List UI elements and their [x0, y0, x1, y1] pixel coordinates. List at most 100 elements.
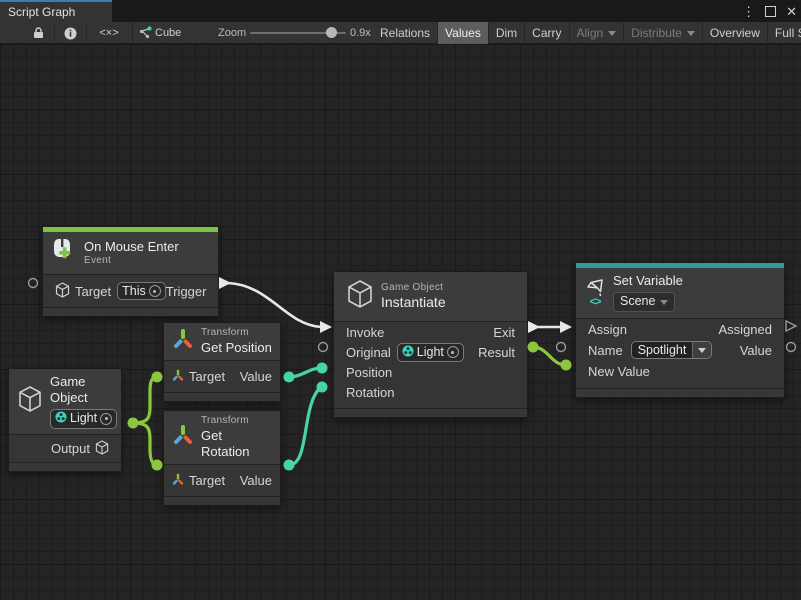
- port-position-input[interactable]: [317, 363, 328, 374]
- port-getposition-value[interactable]: [284, 372, 295, 383]
- node-footer: [9, 462, 121, 471]
- node-on-mouse-enter[interactable]: On Mouse Enter Event Target This Trigger: [42, 226, 219, 317]
- node-title: Instantiate: [381, 294, 446, 312]
- game-object-icon: [346, 279, 374, 314]
- zoom-slider-knob[interactable]: [326, 27, 337, 38]
- port-exit-output[interactable]: [528, 321, 540, 333]
- window-controls: ⋮ ✕: [742, 0, 797, 22]
- node-get-position[interactable]: Transform Get Position Target Value: [163, 322, 281, 402]
- chevron-down-icon[interactable]: [692, 342, 711, 358]
- exit-port-label: Exit: [493, 325, 515, 340]
- port-assign-input[interactable]: [560, 321, 572, 333]
- port-original-input[interactable]: [319, 343, 328, 352]
- wire-result-to-newvalue[interactable]: [533, 347, 566, 365]
- zoom-value: 0.9x: [350, 22, 371, 44]
- port-result-output[interactable]: [528, 342, 539, 353]
- node-instantiate[interactable]: Game Object Instantiate Invoke Exit Orig…: [333, 271, 528, 418]
- original-object-field[interactable]: Light: [397, 343, 464, 362]
- fullscreen-button[interactable]: Full Screen: [767, 22, 801, 44]
- code-view-button[interactable]: <×>: [88, 22, 130, 44]
- port-getrotation-value[interactable]: [284, 460, 295, 471]
- object-picker-icon[interactable]: [149, 285, 161, 297]
- chevron-down-icon: [687, 31, 695, 36]
- scene-variable-icon: <>: [584, 278, 606, 307]
- values-button[interactable]: Values: [437, 22, 488, 44]
- port-value-output[interactable]: [787, 343, 796, 352]
- port-assigned-output[interactable]: [786, 321, 796, 331]
- align-button[interactable]: Align: [569, 22, 624, 44]
- port-name-input[interactable]: [557, 343, 566, 352]
- code-icon: <×>: [99, 27, 118, 39]
- graph-name-label[interactable]: Cube: [155, 22, 181, 44]
- relations-button[interactable]: Relations: [373, 22, 437, 44]
- transform-icon: [172, 423, 194, 452]
- node-get-rotation[interactable]: Transform Get Rotation Target Value: [163, 410, 281, 506]
- node-footer: [334, 408, 527, 417]
- target-object-field[interactable]: This: [117, 282, 166, 300]
- node-game-object-literal[interactable]: Game Object Light Output: [8, 368, 122, 472]
- tab-script-graph[interactable]: Script Graph: [0, 0, 112, 22]
- port-mouse-enter-target[interactable]: [29, 279, 38, 288]
- lock-button[interactable]: [24, 22, 52, 44]
- maximize-icon[interactable]: [765, 6, 776, 17]
- object-picker-icon[interactable]: [447, 346, 459, 358]
- variable-scope-dropdown[interactable]: Scene: [613, 292, 675, 312]
- info-button[interactable]: [56, 22, 84, 44]
- target-port-label: Target: [189, 473, 225, 488]
- target-port-label: Target: [189, 369, 225, 384]
- lock-icon: [33, 27, 44, 39]
- node-title: Game Object: [50, 374, 117, 407]
- transform-icon: [172, 327, 194, 356]
- node-category: Game Object: [381, 282, 446, 295]
- game-object-icon: [55, 282, 70, 301]
- node-subtitle: Event: [84, 255, 179, 268]
- graph-toolbar: <×> Cube Zoom 0.9x Relations Values Dim …: [0, 22, 801, 44]
- port-getrotation-target[interactable]: [152, 460, 163, 471]
- zoom-label: Zoom: [218, 22, 246, 44]
- wire-getposition-to-position[interactable]: [289, 368, 321, 377]
- rotation-port-label: Rotation: [346, 385, 394, 400]
- variable-name-dropdown[interactable]: Spotlight: [631, 341, 713, 359]
- node-category: Transform: [201, 415, 272, 428]
- more-menu-icon[interactable]: ⋮: [742, 5, 755, 18]
- light-object-field[interactable]: Light: [50, 409, 117, 430]
- port-trigger-output[interactable]: [219, 277, 231, 289]
- target-port-label: Target: [75, 284, 111, 299]
- wire-output-to-getposition[interactable]: [133, 377, 157, 423]
- node-title: On Mouse Enter: [84, 239, 179, 255]
- close-icon[interactable]: ✕: [786, 5, 797, 18]
- wire-getrotation-to-rotation[interactable]: [289, 387, 321, 465]
- light-icon: [402, 345, 414, 360]
- node-footer: [164, 392, 280, 401]
- port-getposition-target[interactable]: [152, 372, 163, 383]
- distribute-button[interactable]: Distribute: [623, 22, 702, 44]
- transform-mini-icon: [172, 473, 184, 489]
- node-footer: [43, 307, 218, 316]
- wire-output-to-getrotation[interactable]: [133, 423, 157, 465]
- toolbar-toggles: Relations Values Dim Carry Align Distrib…: [373, 22, 801, 44]
- transform-mini-icon: [172, 369, 184, 385]
- node-set-variable[interactable]: <> Set Variable Scene Assign Assigned: [575, 262, 785, 398]
- port-rotation-input[interactable]: [317, 382, 328, 393]
- wire-trigger-to-invoke[interactable]: [228, 283, 321, 327]
- tab-bar: Script Graph ⋮ ✕: [0, 0, 801, 22]
- carry-button[interactable]: Carry: [524, 22, 568, 44]
- value-port-label: Value: [240, 369, 272, 384]
- game-object-icon: [17, 385, 43, 418]
- new-value-port-label: New Value: [588, 364, 650, 379]
- invoke-port-label: Invoke: [346, 325, 384, 340]
- name-port-label: Name: [588, 343, 623, 358]
- trigger-port-label: Trigger: [166, 284, 207, 299]
- node-category: Transform: [201, 327, 272, 340]
- port-gameobject-output[interactable]: [128, 418, 139, 429]
- graph-canvas[interactable]: On Mouse Enter Event Target This Trigger: [0, 44, 801, 600]
- port-newvalue-input[interactable]: [561, 360, 572, 371]
- tab-label: Script Graph: [8, 5, 75, 19]
- info-icon: [64, 27, 77, 40]
- overview-button[interactable]: Overview: [702, 22, 767, 44]
- dim-button[interactable]: Dim: [488, 22, 524, 44]
- port-invoke-input[interactable]: [320, 321, 332, 333]
- object-picker-icon[interactable]: [100, 413, 112, 425]
- light-icon: [55, 411, 67, 428]
- unity-script-graph-window: Script Graph ⋮ ✕ <×> Cube Zoom: [0, 0, 801, 600]
